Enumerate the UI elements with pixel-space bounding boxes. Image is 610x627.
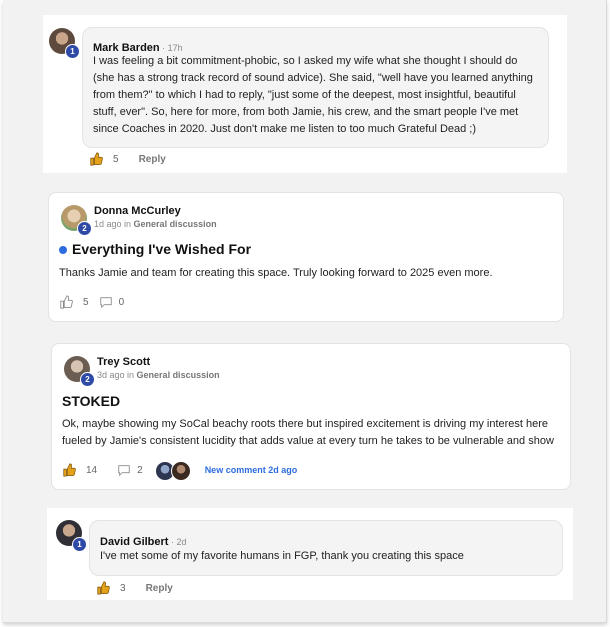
feed-panel: 1 Mark Barden · 17h I was feeling a bit … [3,0,607,623]
thumbs-up-icon[interactable] [89,152,103,166]
post-time: 3d ago in [97,370,137,380]
post-time: 1d ago in [94,219,134,229]
comment-icon[interactable] [99,295,113,309]
post-category[interactable]: General discussion [137,370,220,380]
level-badge: 1 [65,44,80,59]
thumbs-up-icon[interactable] [96,581,110,595]
comment-bubble: Mark Barden · 17h I was feeling a bit co… [82,27,549,148]
post-title[interactable]: Everything I've Wished For [72,241,251,257]
comment-time: · 17h [159,43,183,53]
commenter-avatar[interactable] [170,461,191,481]
comment-icon[interactable] [117,463,131,477]
level-badge: 1 [72,537,87,552]
like-count: 5 [113,153,119,165]
level-badge: 2 [77,221,92,236]
like-count: 3 [120,582,126,594]
post-card[interactable]: 2 Trey Scott 3d ago in General discussio… [51,343,571,490]
level-badge: 2 [80,372,95,387]
comment-actions: 5 Reply [89,152,166,166]
comment-text: I've met some of my favorite humans in F… [100,550,464,562]
comment-time: · 2d [168,537,187,547]
comment-author[interactable]: David Gilbert [100,536,168,548]
post-author[interactable]: Trey Scott [97,356,220,368]
reply-button[interactable]: Reply [139,154,166,165]
comment-bubble: David Gilbert · 2d I've met some of my f… [89,520,563,576]
thumbs-up-icon[interactable] [62,463,76,477]
comment-text: I was feeling a bit commitment-phobic, s… [93,55,533,135]
post-card[interactable]: 2 Donna McCurley 1d ago in General discu… [48,192,564,322]
comment-actions: 3 Reply [96,581,173,595]
post-category[interactable]: General discussion [134,219,217,229]
post-text: Thanks Jamie and team for creating this … [59,267,493,279]
reply-button[interactable]: Reply [146,583,173,594]
comment-count: 2 [137,464,143,476]
new-comment-link[interactable]: New comment 2d ago [205,465,298,475]
post-text: Ok, maybe showing my SoCal beachy roots … [62,418,554,447]
post-actions: 14 2 New comment 2d ago [62,461,298,481]
post-author[interactable]: Donna McCurley [94,205,217,217]
comment-count: 0 [118,296,125,308]
like-count: 5 [83,296,89,308]
post-title[interactable]: STOKED [62,393,120,409]
thumbs-up-icon[interactable] [59,295,73,309]
unread-dot [59,246,67,254]
like-count: 14 [86,464,98,476]
post-actions: 5 0 [59,295,124,309]
